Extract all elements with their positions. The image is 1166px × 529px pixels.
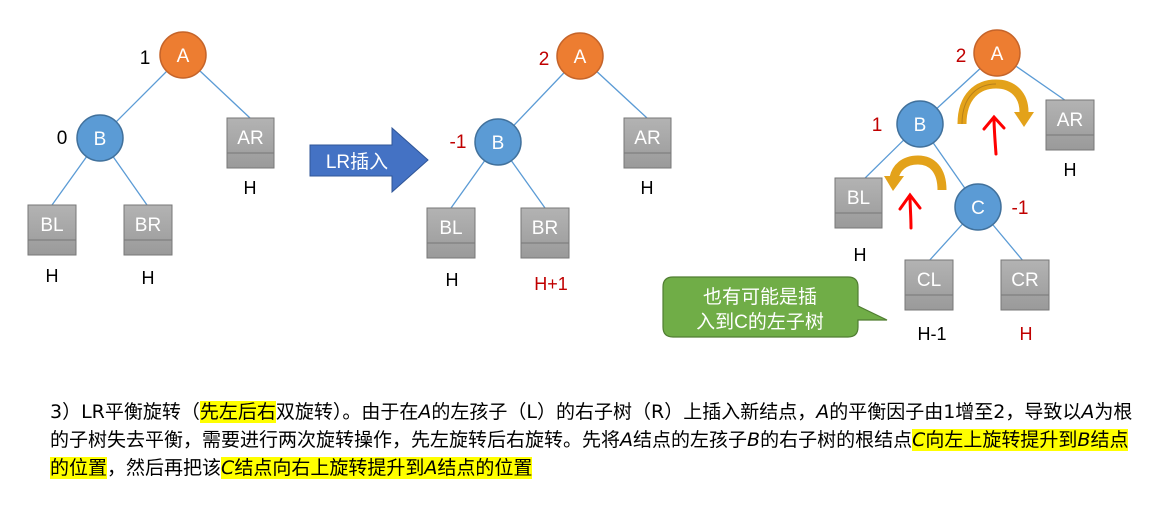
up-arrow-icon bbox=[982, 114, 1006, 156]
subtree-br: BR bbox=[123, 204, 173, 256]
node-b: B bbox=[474, 118, 522, 166]
subtree-label: AR bbox=[634, 128, 660, 149]
node-a: A bbox=[556, 32, 604, 80]
height-label: H bbox=[1020, 324, 1033, 344]
callout-line-2: 入到C的左子树 bbox=[696, 311, 824, 333]
diagram-2-after-insert: A 2 B -1 AR H BL H BR H+1 bbox=[426, 32, 672, 294]
subtree-label: CL bbox=[917, 270, 941, 291]
callout-bubble: 也有可能是插 入到C的左子树 bbox=[662, 276, 888, 338]
node-label: A bbox=[177, 46, 190, 67]
node-label: C bbox=[971, 198, 985, 219]
subtree-ar: AR bbox=[226, 117, 275, 169]
node-label: B bbox=[94, 129, 107, 150]
subtree-label: CR bbox=[1011, 270, 1038, 291]
diagram-3-detail: A 2 B 1 C -1 AR H BL H CL H-1 CR H 也有可能是… bbox=[662, 29, 1095, 344]
balance-factor: 1 bbox=[872, 115, 883, 136]
subtree-label: BL bbox=[40, 215, 63, 236]
node-a: A bbox=[973, 29, 1021, 77]
height-label: H bbox=[854, 245, 867, 265]
height-label: H bbox=[46, 266, 59, 286]
height-label: H bbox=[142, 268, 155, 288]
balance-factor: 1 bbox=[140, 48, 151, 69]
height-label: H+1 bbox=[534, 274, 568, 294]
diagram-1-before: A 1 B 0 AR H BL H BR H bbox=[27, 31, 275, 288]
subtree-label: BL bbox=[439, 218, 462, 239]
node-label: B bbox=[914, 115, 927, 136]
rotate-left-arrow-icon bbox=[884, 155, 947, 191]
subtree-bl: BL bbox=[834, 177, 883, 229]
node-label: A bbox=[991, 44, 1004, 65]
subtree-label: AR bbox=[237, 128, 263, 149]
callout-line-1: 也有可能是插 bbox=[703, 286, 817, 308]
arrow-label: LR插入 bbox=[326, 151, 388, 173]
subtree-bl: BL bbox=[27, 204, 77, 256]
subtree-label: AR bbox=[1057, 110, 1083, 131]
subtree-label: BL bbox=[847, 188, 870, 209]
subtree-label: BR bbox=[532, 218, 558, 239]
height-label: H bbox=[244, 178, 257, 198]
description-paragraph: 3）LR平衡旋转（先左后右双旋转）。由于在A的左孩子（L）的右子树（R）上插入新… bbox=[50, 401, 1133, 479]
balance-factor: 0 bbox=[57, 128, 68, 149]
highlight-left-then-right: 先左后右 bbox=[199, 401, 276, 423]
subtree-cr: CR bbox=[1000, 259, 1050, 311]
subtree-label: BR bbox=[135, 215, 161, 236]
subtree-cl: CL bbox=[904, 259, 954, 311]
node-label: A bbox=[574, 47, 587, 68]
node-a: A bbox=[159, 31, 207, 79]
edges bbox=[857, 52, 1070, 263]
balance-factor: -1 bbox=[450, 132, 467, 153]
subtree-ar: AR bbox=[1045, 99, 1095, 151]
balance-factor: -1 bbox=[1012, 198, 1029, 219]
subtree-ar: AR bbox=[623, 117, 672, 169]
subtree-bl: BL bbox=[426, 207, 476, 259]
height-label: H bbox=[641, 178, 654, 198]
height-label: H bbox=[1064, 160, 1077, 180]
balance-factor: 2 bbox=[539, 49, 550, 70]
node-label: B bbox=[492, 133, 505, 154]
height-label: H-1 bbox=[917, 324, 946, 344]
height-label: H bbox=[446, 270, 459, 290]
up-arrow-icon bbox=[898, 192, 922, 230]
node-c: C bbox=[954, 183, 1002, 231]
lr-insert-arrow: LR插入 bbox=[309, 126, 429, 194]
node-b: B bbox=[896, 100, 944, 148]
balance-factor: 2 bbox=[956, 46, 967, 67]
subtree-br: BR bbox=[520, 207, 570, 259]
node-b: B bbox=[76, 114, 124, 162]
